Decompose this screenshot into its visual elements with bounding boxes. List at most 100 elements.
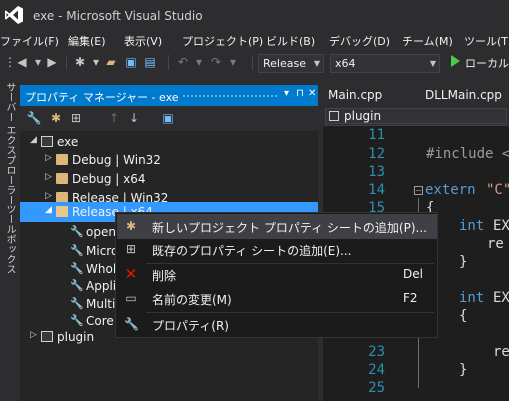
extern-keyword: extern — [425, 182, 476, 198]
line-number: 14 — [368, 182, 385, 198]
panel-grip — [182, 94, 279, 99]
tree-item-debug-win32[interactable]: ▷ Debug | Win32 — [20, 150, 318, 170]
tree-item-label: exe — [57, 135, 79, 149]
menu-item-add-existing-property-sheet[interactable]: ⊞ 既存のプロパティ シートの追加(E)... — [117, 237, 437, 262]
tab-main-cpp[interactable]: Main.cpp — [323, 85, 420, 106]
menu-view[interactable]: 表示(V) — [124, 33, 162, 49]
platform-dropdown[interactable]: x64 ▼ — [330, 54, 440, 73]
pin-icon[interactable]: ⊓ — [296, 88, 304, 99]
menu-debug[interactable]: デバッグ(D) — [329, 33, 390, 49]
menu-item-rename[interactable]: ▭ 名前の変更(M) F2 — [117, 286, 437, 311]
menu-item-add-new-property-sheet[interactable]: ✱ 新しいプロジェクト プロパティ シートの追加(P)... — [117, 214, 437, 239]
menu-item-shortcut: F2 — [403, 291, 418, 305]
extern-string: "C" — [486, 182, 509, 198]
line-number: 11 — [368, 127, 385, 143]
run-button-label[interactable]: ローカル W — [465, 55, 509, 71]
back-icon[interactable]: ◀ — [14, 54, 30, 70]
function-name: EX — [493, 290, 509, 306]
new-sheet-icon: ✱ — [125, 219, 137, 233]
tree-item-label: Core — [86, 314, 114, 328]
panel-menu-icon[interactable]: ▾ — [284, 88, 289, 99]
project-icon — [329, 111, 339, 121]
rename-icon: ▭ — [125, 291, 137, 305]
navigation-bar: plugin — [323, 106, 509, 126]
toolbar-separator — [252, 55, 253, 70]
tree-item-debug-x64[interactable]: ▷ Debug | x64 — [20, 169, 318, 189]
menu-item-delete[interactable]: ✕ 削除 Del — [117, 262, 437, 287]
tab-dllmain-cpp[interactable]: DLLMain.cpp — [420, 85, 509, 106]
platform-value: x64 — [335, 57, 356, 70]
int-keyword: int — [459, 290, 485, 306]
folder-icon — [56, 173, 68, 184]
project-icon — [41, 331, 53, 342]
dropdown-arrow-icon[interactable]: ▾ — [225, 54, 241, 70]
menu-project[interactable]: プロジェクト(P) — [182, 33, 263, 49]
tree-item-label: Multi — [86, 297, 116, 311]
collapse-arrow-icon[interactable]: ◢ — [45, 205, 52, 215]
tree-item-label: plugin — [57, 330, 95, 344]
fold-toggle-icon[interactable]: − — [414, 186, 423, 195]
expand-arrow-icon[interactable]: ▷ — [45, 153, 52, 163]
return-keyword: re — [493, 344, 509, 360]
menu-edit[interactable]: 編集(E) — [68, 33, 106, 49]
side-tab-strip: サーバー エクスプローラー ツールボックス — [0, 76, 20, 401]
toolbar-separator — [168, 55, 169, 70]
menu-file[interactable]: ファイル(F) — [0, 33, 59, 49]
document-tabs: Main.cpp DLLMain.cpp — [323, 85, 509, 106]
configuration-value: Release — [263, 57, 306, 70]
visual-studio-logo-icon — [5, 6, 23, 24]
expand-arrow-icon[interactable]: ▷ — [45, 172, 52, 182]
move-down-icon[interactable]: ↓ — [126, 110, 142, 126]
expand-arrow-icon[interactable]: ▷ — [45, 191, 52, 201]
save-all-icon[interactable]: ▤ — [142, 54, 158, 70]
window-title: exe - Microsoft Visual Studio — [33, 9, 203, 23]
menu-item-label: 名前の変更(M) — [152, 293, 232, 307]
close-brace: } — [459, 362, 468, 378]
menu-bar: ファイル(F) 編集(E) 表示(V) プロジェクト(P) ビルド(B) デバッ… — [0, 32, 509, 50]
forward-icon[interactable]: ▶ — [44, 54, 60, 70]
collapse-arrow-icon[interactable]: ◢ — [30, 135, 37, 145]
tree-item-label: Debug | Win32 — [72, 153, 161, 167]
tree-item-exe[interactable]: ◢ exe — [20, 132, 318, 152]
menu-tools[interactable]: ツール(T) — [464, 33, 509, 49]
move-up-icon[interactable]: ↑ — [106, 110, 122, 126]
panel-header: プロパティ マネージャー - exe ▾ ⊓ ✕ — [20, 85, 318, 106]
menu-item-properties[interactable]: 🔧 プロパティ(R) — [117, 312, 437, 337]
expand-arrow-icon[interactable]: ▷ — [30, 330, 37, 340]
menu-item-label: プロパティ(R) — [152, 319, 229, 333]
folder-open-icon — [56, 206, 68, 217]
panel-title: プロパティ マネージャー - exe — [25, 91, 179, 104]
menu-build[interactable]: ビルド(B) — [266, 33, 315, 49]
line-number: 24 — [368, 362, 385, 378]
wrench-icon: 🔧 — [70, 225, 84, 238]
save-icon[interactable]: ▣ — [123, 54, 139, 70]
scope-dropdown[interactable]: plugin — [325, 108, 507, 124]
wrench-icon: 🔧 — [70, 279, 84, 292]
add-new-sheet-icon[interactable]: ✱ — [48, 110, 64, 126]
close-icon[interactable]: ✕ — [308, 88, 316, 99]
properties-wrench-icon[interactable]: 🔧 — [26, 110, 42, 126]
close-brace: } — [459, 254, 468, 270]
panel-toolbar: 🔧 ✱ ⊞ ↑ ↓ ▣ — [20, 106, 318, 131]
wrench-icon: 🔧 — [70, 314, 84, 327]
save-sheet-icon[interactable]: ▣ — [160, 110, 176, 126]
dropdown-arrow-icon[interactable]: ▾ — [88, 54, 104, 70]
redo-icon[interactable]: ↷ — [208, 54, 224, 70]
line-number: 25 — [368, 380, 385, 396]
server-explorer-tab[interactable]: サーバー エクスプローラー — [2, 82, 17, 205]
wrench-icon: 🔧 — [70, 244, 84, 257]
toolbox-tab[interactable]: ツールボックス — [2, 204, 17, 274]
dropdown-arrow-icon[interactable]: ▾ — [191, 54, 207, 70]
int-keyword: int — [459, 218, 485, 234]
existing-sheet-icon: ⊞ — [125, 242, 137, 256]
open-file-icon[interactable]: ▰ — [103, 54, 119, 70]
new-project-icon[interactable]: ✱ — [72, 54, 88, 70]
undo-icon[interactable]: ↶ — [175, 54, 191, 70]
line-number: 13 — [368, 164, 385, 180]
add-existing-sheet-icon[interactable]: ⊞ — [68, 110, 84, 126]
menu-team[interactable]: チーム(M) — [402, 33, 453, 49]
configuration-dropdown[interactable]: Release ▼ — [258, 54, 324, 73]
menu-item-label: 削除 — [152, 269, 177, 283]
wrench-icon: 🔧 — [70, 297, 84, 310]
run-icon[interactable] — [451, 55, 460, 67]
